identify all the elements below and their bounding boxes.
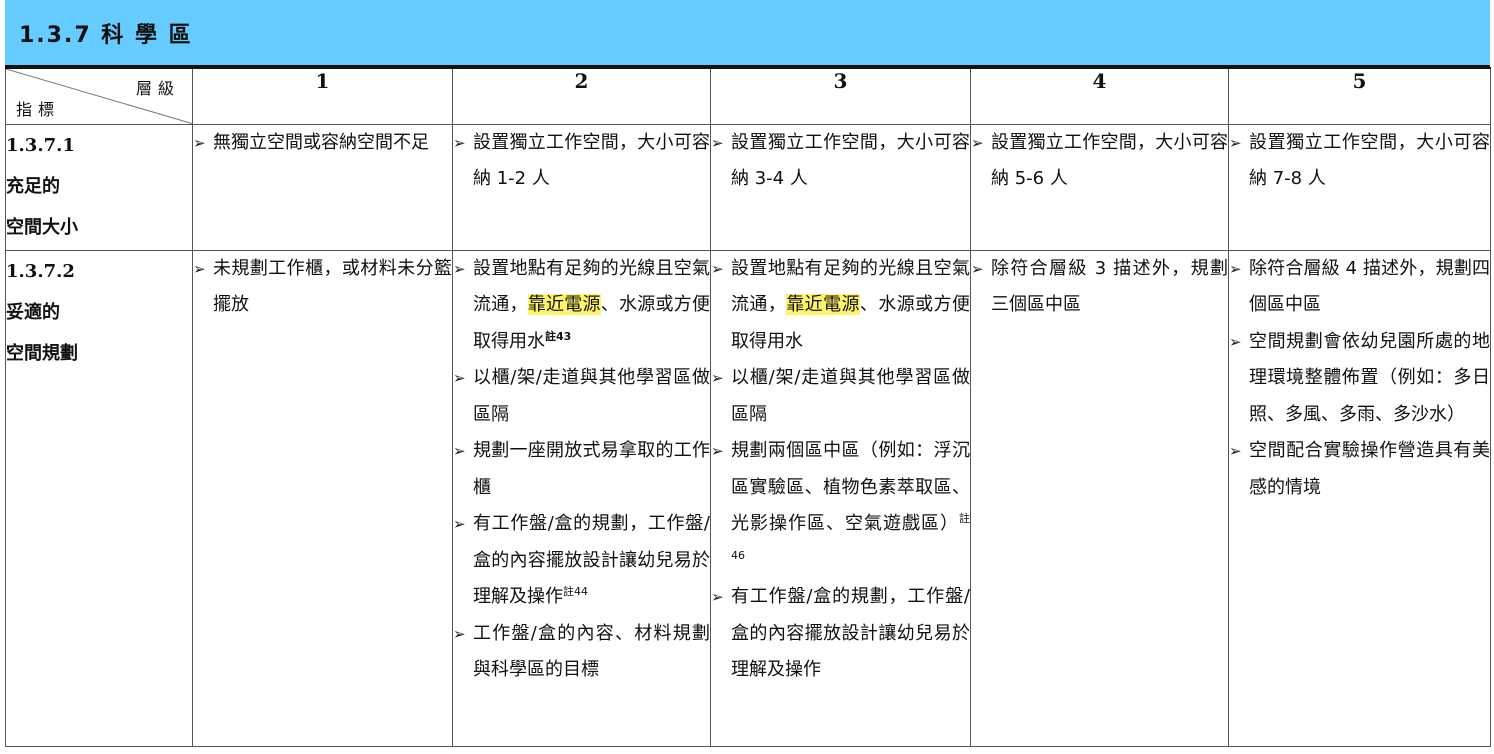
rubric-table: 層級 指標 1 2 3 4 5 1.3.7.1 充足的 空間大小 ➢ 無獨立空間或… (5, 67, 1491, 747)
arrow-bullet-icon: ➢ (453, 624, 466, 643)
criteria-item: ➢ 有工作盤/盒的規劃，工作盤/盒的內容擺放設計讓幼兒易於理解及操作 (711, 579, 970, 689)
indicator-name-line: 充足的 (6, 175, 60, 197)
arrow-bullet-icon: ➢ (453, 259, 466, 278)
criteria-item: ➢ 空間配合實驗操作營造具有美感的情境 (1229, 433, 1490, 506)
level-header-3: 3 (710, 67, 971, 125)
footnote-ref: 註44 (563, 585, 588, 598)
arrow-bullet-icon: ➢ (193, 133, 206, 152)
section-header-bar: 1.3.7 科 學 區 (5, 0, 1490, 67)
criteria-item: ➢ 無獨立空間或容納空間不足 (193, 125, 452, 162)
arrow-bullet-icon: ➢ (711, 369, 724, 387)
arrow-bullet-icon: ➢ (453, 515, 466, 533)
arrow-bullet-icon: ➢ (711, 259, 724, 278)
criteria-cell-level-3: ➢ 設置獨立工作空間，大小可容納 3-4 人 (710, 123, 971, 251)
footnote-ref: 註43 (545, 329, 572, 343)
indicator-code: 1.3.7.2 (6, 260, 75, 282)
criteria-item: ➢ 工作盤/盒的內容、材料規劃與科學區的目標 (453, 616, 710, 689)
indicator-row-space-planning: 1.3.7.2 妥適的 空間規劃 ➢ 未規劃工作櫃，或材料未分籃擺放 ➢ 設置地點有… (5, 249, 1491, 747)
criteria-item: ➢ 以櫃/架/走道與其他學習區做區隔 (711, 360, 970, 433)
criteria-item: ➢ 有工作盤/盒的規劃，工作盤/盒的內容擺放設計讓幼兒易於理解及操作註44 (453, 506, 710, 616)
arrow-bullet-icon: ➢ (711, 442, 724, 460)
indicator-name-line: 空間大小 (6, 216, 78, 238)
indicator-row-space-size: 1.3.7.1 充足的 空間大小 ➢ 無獨立空間或容納空間不足 ➢ 設置獨立工作空間… (5, 123, 1491, 251)
criteria-cell-level-3: ➢ 設置地點有足夠的光線且空氣流通，靠近電源、水源或方便取得用水 ➢ 以櫃/架/走道… (710, 249, 971, 747)
arrow-bullet-icon: ➢ (453, 442, 466, 460)
criteria-cell-level-4: ➢ 設置獨立工作空間，大小可容納 5-6 人 (970, 123, 1229, 251)
arrow-bullet-icon: ➢ (453, 369, 466, 387)
arrow-bullet-icon: ➢ (453, 133, 466, 152)
corner-header-cell: 層級 指標 (5, 67, 193, 125)
criteria-cell-level-1: ➢ 無獨立空間或容納空間不足 (192, 123, 453, 251)
criteria-item: ➢ 空間規劃會依幼兒園所處的地理環境整體佈置（例如：多日照、多風、多雨、多沙水） (1229, 324, 1490, 434)
criteria-item: ➢ 設置獨立工作空間，大小可容納 7-8 人 (1229, 125, 1490, 198)
level-header-5: 5 (1228, 67, 1491, 125)
indicator-name-line: 空間規劃 (6, 342, 78, 364)
criteria-item: ➢ 除符合層級 3 描述外，規劃三個區中區 (971, 251, 1228, 324)
criteria-item: ➢ 除符合層級 4 描述外，規劃四個區中區 (1229, 251, 1490, 324)
highlighted-text: 靠近電源 (527, 294, 601, 315)
criteria-item: ➢ 設置獨立工作空間，大小可容納 1-2 人 (453, 125, 710, 198)
arrow-bullet-icon: ➢ (1229, 259, 1242, 278)
arrow-bullet-icon: ➢ (1229, 442, 1242, 460)
level-header-1: 1 (192, 67, 453, 125)
criteria-cell-level-4: ➢ 除符合層級 3 描述外，規劃三個區中區 (970, 249, 1229, 747)
criteria-cell-level-5: ➢ 除符合層級 4 描述外，規劃四個區中區 ➢ 空間規劃會依幼兒園所處的地理環境整體… (1228, 249, 1491, 747)
highlighted-text: 靠近電源 (786, 294, 860, 315)
criteria-item: ➢ 設置獨立工作空間，大小可容納 5-6 人 (971, 125, 1228, 198)
indicator-code: 1.3.7.1 (6, 134, 75, 156)
arrow-bullet-icon: ➢ (1229, 332, 1242, 351)
level-header-2: 2 (452, 67, 711, 125)
corner-indicator-label: 指標 (16, 99, 61, 119)
criteria-item: ➢ 設置獨立工作空間，大小可容納 3-4 人 (711, 125, 970, 198)
criteria-item: ➢ 設置地點有足夠的光線且空氣流通，靠近電源、水源或方便取得用水註43 (453, 251, 710, 361)
indicator-cell: 1.3.7.1 充足的 空間大小 (5, 123, 193, 251)
level-header-4: 4 (970, 67, 1229, 125)
criteria-item: ➢ 規劃兩個區中區（例如：浮沉區實驗區、植物色素萃取區、光影操作區、空氣遊戲區）註… (711, 433, 970, 579)
criteria-item: ➢ 設置地點有足夠的光線且空氣流通，靠近電源、水源或方便取得用水 (711, 251, 970, 361)
arrow-bullet-icon: ➢ (971, 259, 984, 278)
criteria-item: ➢ 以櫃/架/走道與其他學習區做區隔 (453, 360, 710, 433)
section-title: 1.3.7 科 學 區 (19, 23, 193, 48)
criteria-cell-level-1: ➢ 未規劃工作櫃，或材料未分籃擺放 (192, 249, 453, 747)
arrow-bullet-icon: ➢ (971, 133, 984, 152)
criteria-cell-level-2: ➢ 設置獨立工作空間，大小可容納 1-2 人 (452, 123, 711, 251)
arrow-bullet-icon: ➢ (711, 133, 724, 152)
rubric-page: 1.3.7 科 學 區 層級 指標 1 2 3 4 5 1.3.7.1 充足的 … (0, 0, 1494, 754)
corner-level-label: 層級 (135, 79, 180, 98)
indicator-cell: 1.3.7.2 妥適的 空間規劃 (5, 249, 193, 747)
arrow-bullet-icon: ➢ (193, 259, 206, 278)
indicator-name-line: 妥適的 (6, 301, 60, 323)
criteria-item: ➢ 未規劃工作櫃，或材料未分籃擺放 (193, 251, 452, 324)
arrow-bullet-icon: ➢ (711, 588, 724, 606)
criteria-item: ➢ 規劃一座開放式易拿取的工作櫃 (453, 433, 710, 506)
criteria-cell-level-5: ➢ 設置獨立工作空間，大小可容納 7-8 人 (1228, 123, 1491, 251)
criteria-cell-level-2: ➢ 設置地點有足夠的光線且空氣流通，靠近電源、水源或方便取得用水註43 ➢ 以櫃/架… (452, 249, 711, 747)
header-row: 層級 指標 1 2 3 4 5 (5, 67, 1491, 125)
arrow-bullet-icon: ➢ (1229, 133, 1242, 152)
